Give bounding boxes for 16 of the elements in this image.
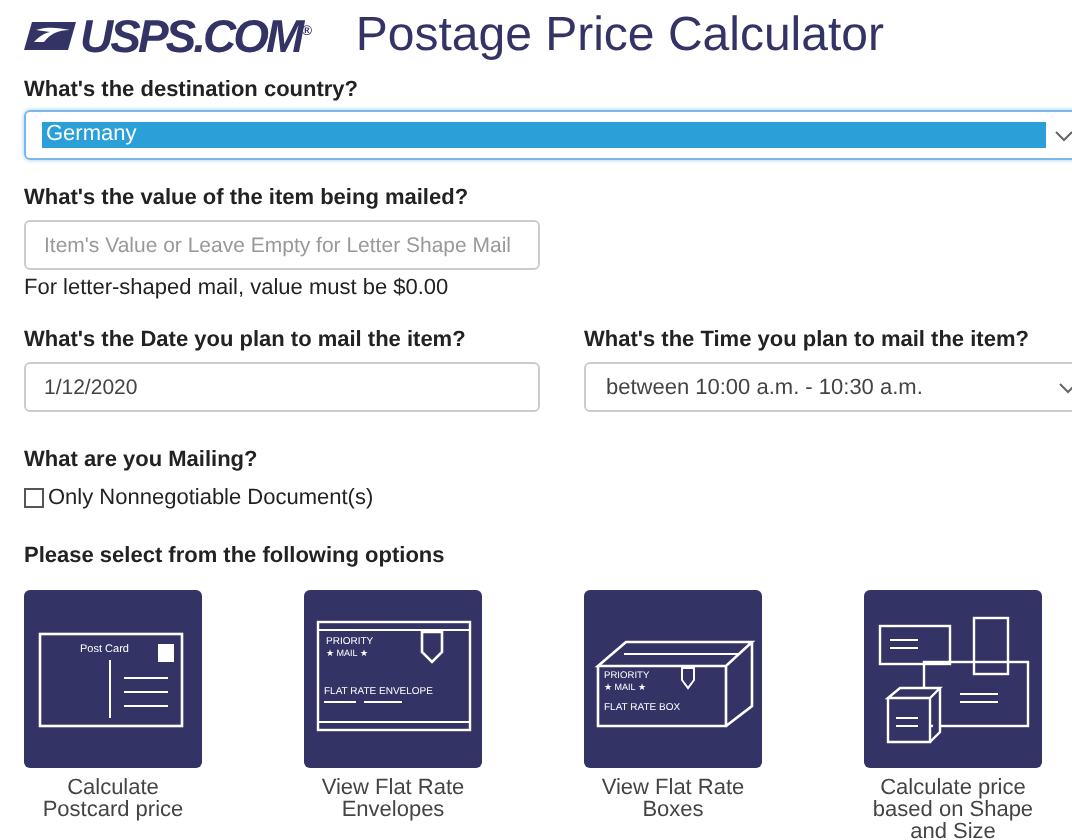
field-label: What's the Date you plan to mail the item? (24, 328, 466, 354)
hint-text: For letter-shaped mail, value must be $0.00 (24, 276, 451, 302)
section-label: What are you Mailing? (24, 448, 258, 474)
option-caption[interactable]: Calculate Postcard price (23, 778, 203, 822)
checkbox-label: Only Nonnegotiable Document(s) (48, 486, 374, 510)
page-title: Postage Price Calculator (355, 12, 884, 60)
option-caption[interactable]: View Flat Rate Envelopes (303, 778, 483, 822)
field-label: What's the destination country? (24, 78, 359, 104)
time-select[interactable]: between 10:00 a.m. - 10:30 a.m. (584, 362, 1072, 412)
item-value-field[interactable]: Item's Value or Leave Empty for Letter Shape Mail (24, 220, 540, 270)
field-label: What's the value of the item being mailed? (24, 186, 469, 212)
section-label: Please select from the following options (24, 544, 445, 570)
date-field[interactable]: 1/12/2020 (24, 362, 540, 412)
option-caption[interactable]: Calculate price based on Shape and Size (863, 778, 1043, 840)
option-caption[interactable]: View Flat Rate Boxes (583, 778, 763, 822)
field-label: What's the Time you plan to mail the item? (584, 328, 1029, 354)
